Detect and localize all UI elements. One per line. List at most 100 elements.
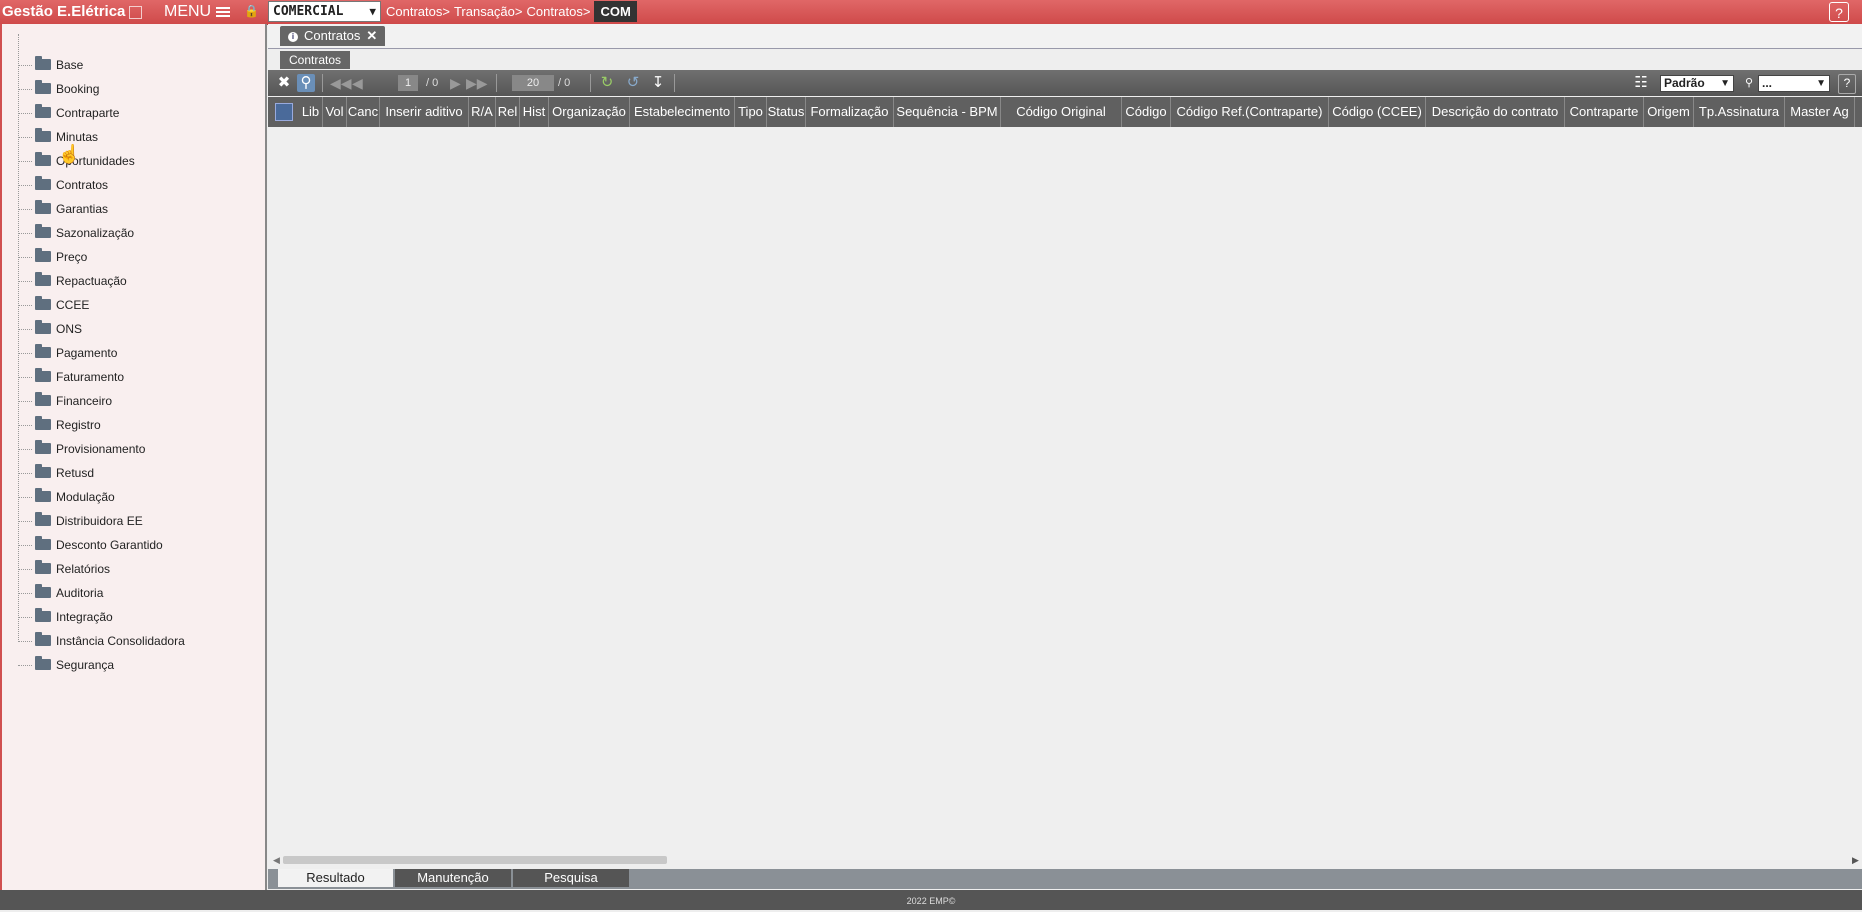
sidebar-item[interactable]: Distribuidora EE xyxy=(18,511,143,531)
folder-icon xyxy=(35,320,51,335)
column-header[interactable]: Inserir aditivo xyxy=(380,97,469,127)
column-header[interactable]: Código Ref.(Contraparte) xyxy=(1171,97,1329,127)
column-header[interactable]: Rel xyxy=(496,97,520,127)
column-header[interactable]: Hist xyxy=(520,97,549,127)
search-icon[interactable]: ⚲ xyxy=(297,74,315,92)
column-header[interactable]: Vol xyxy=(323,97,347,127)
column-header[interactable]: Tipo xyxy=(735,97,767,127)
sidebar-item[interactable]: Pagamento xyxy=(18,343,117,363)
tree-connector xyxy=(18,137,32,139)
sidebar-item[interactable]: Base xyxy=(18,55,83,75)
column-header[interactable]: R/A xyxy=(469,97,496,127)
tree-connector xyxy=(18,185,32,187)
sidebar-item[interactable]: Retusd xyxy=(18,463,94,483)
page-size-input[interactable]: 20 xyxy=(512,75,554,91)
sidebar-item[interactable]: Auditoria xyxy=(18,583,103,603)
module-select[interactable]: COMERCIAL ▼ xyxy=(268,1,381,22)
breadcrumb: Contratos> Transação> Contratos> COM xyxy=(386,0,637,24)
column-header[interactable]: Origem xyxy=(1644,97,1694,127)
scroll-right-icon[interactable]: ▶ xyxy=(1852,855,1859,866)
folder-icon xyxy=(35,368,51,383)
sidebar-item[interactable]: Segurança xyxy=(18,655,114,675)
tab-manutencao[interactable]: Manutenção xyxy=(395,869,511,887)
sidebar-item[interactable]: Integração xyxy=(18,607,113,627)
toolbar-separator xyxy=(322,74,323,92)
tree-connector xyxy=(18,425,32,427)
prev-page-icon[interactable]: ◀ xyxy=(352,74,363,92)
breadcrumb-item[interactable]: Contratos> xyxy=(526,4,590,19)
sidebar-item[interactable]: Relatórios xyxy=(18,559,110,579)
tab-resultado[interactable]: Resultado xyxy=(278,869,393,887)
tree-connector xyxy=(18,89,32,91)
tree-connector xyxy=(18,521,32,523)
sidebar-item[interactable]: Contratos xyxy=(18,175,108,195)
column-header[interactable]: Canc xyxy=(347,97,380,127)
sidebar-item[interactable]: ONS xyxy=(18,319,82,339)
column-header[interactable]: Organização xyxy=(549,97,630,127)
folder-icon xyxy=(35,488,51,503)
sidebar-item[interactable]: Sazonalização xyxy=(18,223,134,243)
sidebar-item[interactable]: Instância Consolidadora xyxy=(18,631,185,651)
refresh-icon[interactable]: ↻ xyxy=(598,74,616,92)
sidebar-item[interactable]: CCEE xyxy=(18,295,89,315)
sidebar-item[interactable]: Booking xyxy=(18,79,99,99)
sidebar-item[interactable]: Garantias xyxy=(18,199,108,219)
tree-connector xyxy=(18,641,32,643)
column-header[interactable]: Status xyxy=(767,97,806,127)
column-header[interactable]: Código Original xyxy=(1001,97,1122,127)
sidebar-item[interactable]: Repactuação xyxy=(18,271,127,291)
column-header[interactable]: Código (CCEE) xyxy=(1329,97,1426,127)
last-page-icon[interactable]: ▶▶ xyxy=(466,74,488,92)
close-icon[interactable]: ✕ xyxy=(366,28,377,43)
toolbar-help-button[interactable]: ? xyxy=(1838,74,1856,94)
next-page-icon[interactable]: ▶ xyxy=(450,74,461,92)
tab-pesquisa[interactable]: Pesquisa xyxy=(513,869,629,887)
tab-contratos[interactable]: i Contratos ✕ xyxy=(280,26,386,46)
window-icon[interactable] xyxy=(129,5,143,19)
column-header[interactable]: Estabelecimento xyxy=(630,97,735,127)
column-header[interactable]: Tp.Assinatura xyxy=(1694,97,1785,127)
breadcrumb-item[interactable]: Transação> xyxy=(454,4,523,19)
column-header[interactable]: Descrição do contrato xyxy=(1426,97,1565,127)
sidebar-item[interactable]: Contraparte xyxy=(18,103,119,123)
column-header[interactable]: Formalização xyxy=(806,97,894,127)
help-button[interactable]: ? xyxy=(1829,2,1849,22)
reload-icon[interactable]: ↺ xyxy=(624,74,642,92)
lock-icon[interactable]: 🔒 xyxy=(244,4,259,20)
column-header[interactable]: Contraparte xyxy=(1565,97,1644,127)
folder-icon xyxy=(35,560,51,575)
column-header[interactable]: Master Ag xyxy=(1785,97,1855,127)
horizontal-scrollbar[interactable] xyxy=(283,856,667,864)
sidebar-item-label: Preço xyxy=(56,250,88,264)
column-header[interactable]: Lib xyxy=(299,97,323,127)
chevron-down-icon: ▼ xyxy=(369,5,376,18)
export-icon[interactable]: ↧ xyxy=(649,74,667,92)
column-config-icon[interactable] xyxy=(275,103,293,121)
sidebar-item[interactable]: Modulação xyxy=(18,487,115,507)
menu-button[interactable]: MENU xyxy=(164,0,231,24)
breadcrumb-item[interactable]: Contratos> xyxy=(386,4,450,19)
page-input[interactable]: 1 xyxy=(398,75,418,91)
grid-header: Lib Vol Canc Inserir aditivo R/A Rel Hist Organ… xyxy=(268,97,1862,127)
module-select-value: COMERCIAL xyxy=(273,4,344,19)
filter-select[interactable]: ... ▼ xyxy=(1758,75,1830,92)
folder-icon xyxy=(35,584,51,599)
sliders-icon[interactable]: ☷ xyxy=(1632,74,1650,92)
sidebar-item[interactable]: Registro xyxy=(18,415,101,435)
sidebar-item[interactable]: Financeiro xyxy=(18,391,112,411)
sidebar-item[interactable]: Desconto Garantido xyxy=(18,535,163,555)
sidebar-item[interactable]: Provisionamento xyxy=(18,439,145,459)
subtab-contratos[interactable]: Contratos xyxy=(280,51,351,69)
tree-connector xyxy=(18,233,32,235)
sidebar-item-label: Sazonalização xyxy=(56,226,135,240)
scroll-left-icon[interactable]: ◀ xyxy=(273,855,280,866)
first-page-icon[interactable]: ◀◀ xyxy=(330,74,352,92)
grid-body xyxy=(268,127,1862,860)
column-header[interactable]: Código xyxy=(1122,97,1171,127)
app-title[interactable]: Gestão E.Elétrica xyxy=(2,0,143,24)
column-header[interactable]: Sequência - BPM xyxy=(894,97,1001,127)
sidebar-item[interactable]: Preço xyxy=(18,247,87,267)
tools-icon[interactable]: ✖ xyxy=(275,74,293,92)
sidebar-item[interactable]: Faturamento xyxy=(18,367,124,387)
view-select[interactable]: Padrão ▼ xyxy=(1660,75,1734,92)
